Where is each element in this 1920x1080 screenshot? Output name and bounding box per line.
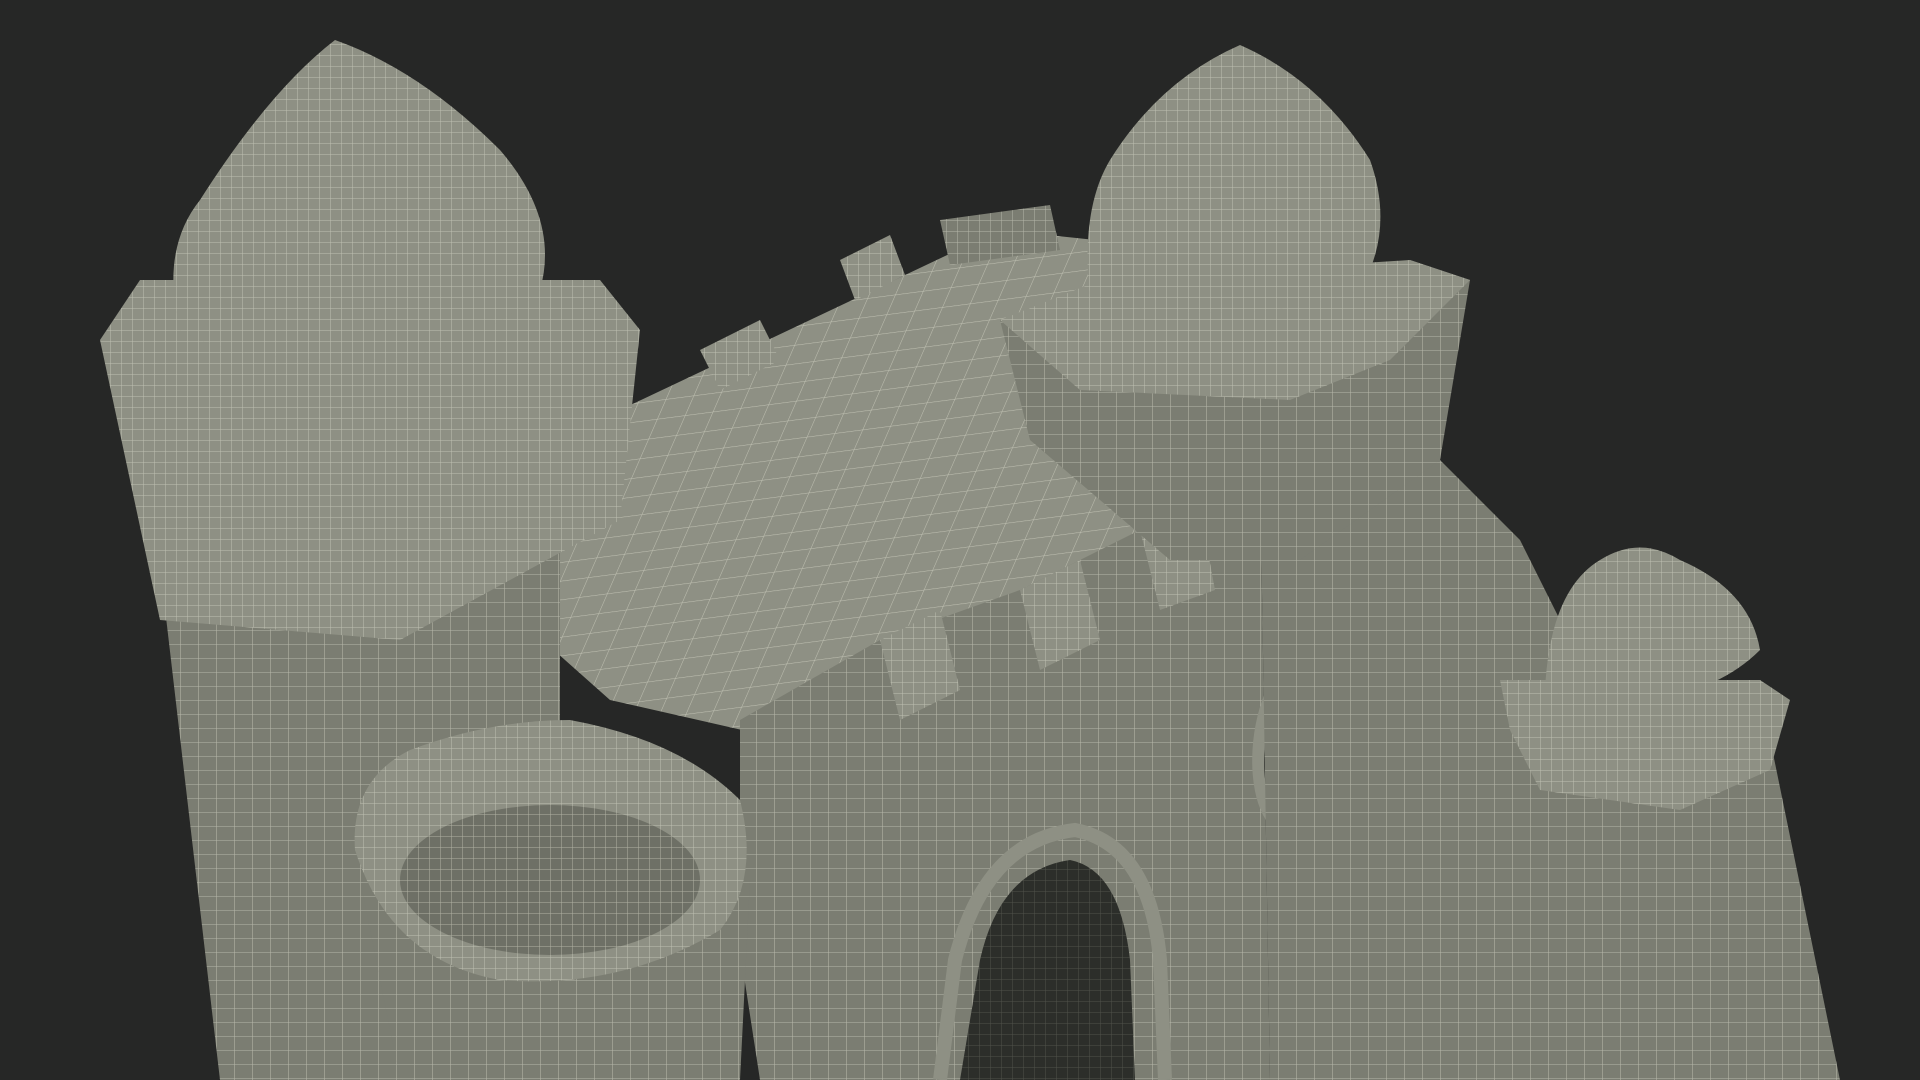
castle-render [0,0,1920,1080]
front-small-tower [354,720,750,1080]
